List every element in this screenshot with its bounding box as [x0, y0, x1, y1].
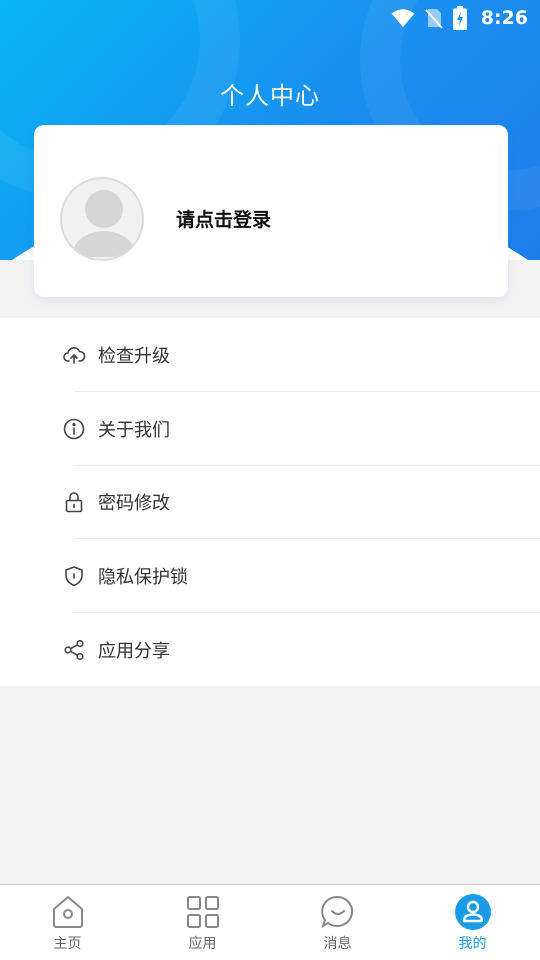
status-bar: 8:26	[0, 0, 540, 36]
menu-item-privacy-lock[interactable]: 隐私保护锁	[0, 539, 540, 613]
info-icon	[63, 418, 85, 440]
status-time: 8:26	[480, 7, 528, 29]
share-icon	[64, 639, 84, 661]
cloud-upload-icon	[63, 347, 86, 364]
menu-item-about-us[interactable]: 关于我们	[0, 392, 540, 466]
lock-icon	[65, 492, 83, 513]
nav-label: 我的	[458, 936, 487, 952]
nav-item-apps[interactable]: 应用	[135, 885, 270, 960]
profile-icon	[454, 894, 491, 930]
grid-icon	[186, 896, 219, 928]
battery-charging-icon	[452, 6, 467, 30]
shield-icon	[65, 566, 83, 587]
bottom-navigation: 主页 应用 消息 我的	[0, 884, 540, 960]
menu-item-label: 密码修改	[98, 493, 170, 514]
nav-label: 应用	[188, 936, 217, 952]
wifi-icon	[391, 9, 415, 27]
menu-item-label: 隐私保护锁	[98, 567, 188, 588]
menu-item-share-app[interactable]: 应用分享	[0, 613, 540, 687]
profile-card[interactable]: 请点击登录	[34, 125, 508, 297]
menu-item-label: 关于我们	[98, 420, 170, 441]
menu-item-change-password[interactable]: 密码修改	[0, 465, 540, 539]
nav-item-messages[interactable]: 消息	[270, 885, 405, 960]
menu-item-check-update[interactable]: 检查升级	[0, 318, 540, 392]
no-sim-icon	[424, 9, 443, 29]
menu-item-label: 应用分享	[98, 641, 170, 662]
nav-label: 主页	[53, 936, 82, 952]
settings-menu: 检查升级 关于我们 密码修改 隐私保护锁 应用分享	[0, 318, 540, 686]
login-prompt[interactable]: 请点击登录	[176, 205, 271, 232]
nav-item-home[interactable]: 主页	[0, 885, 135, 960]
home-icon	[52, 896, 83, 928]
page-title: 个人中心	[220, 82, 320, 110]
default-avatar-icon[interactable]	[60, 177, 144, 261]
nav-item-profile[interactable]: 我的	[405, 885, 540, 960]
menu-item-label: 检查升级	[98, 346, 170, 367]
nav-label: 消息	[323, 936, 352, 952]
message-icon	[320, 895, 353, 929]
